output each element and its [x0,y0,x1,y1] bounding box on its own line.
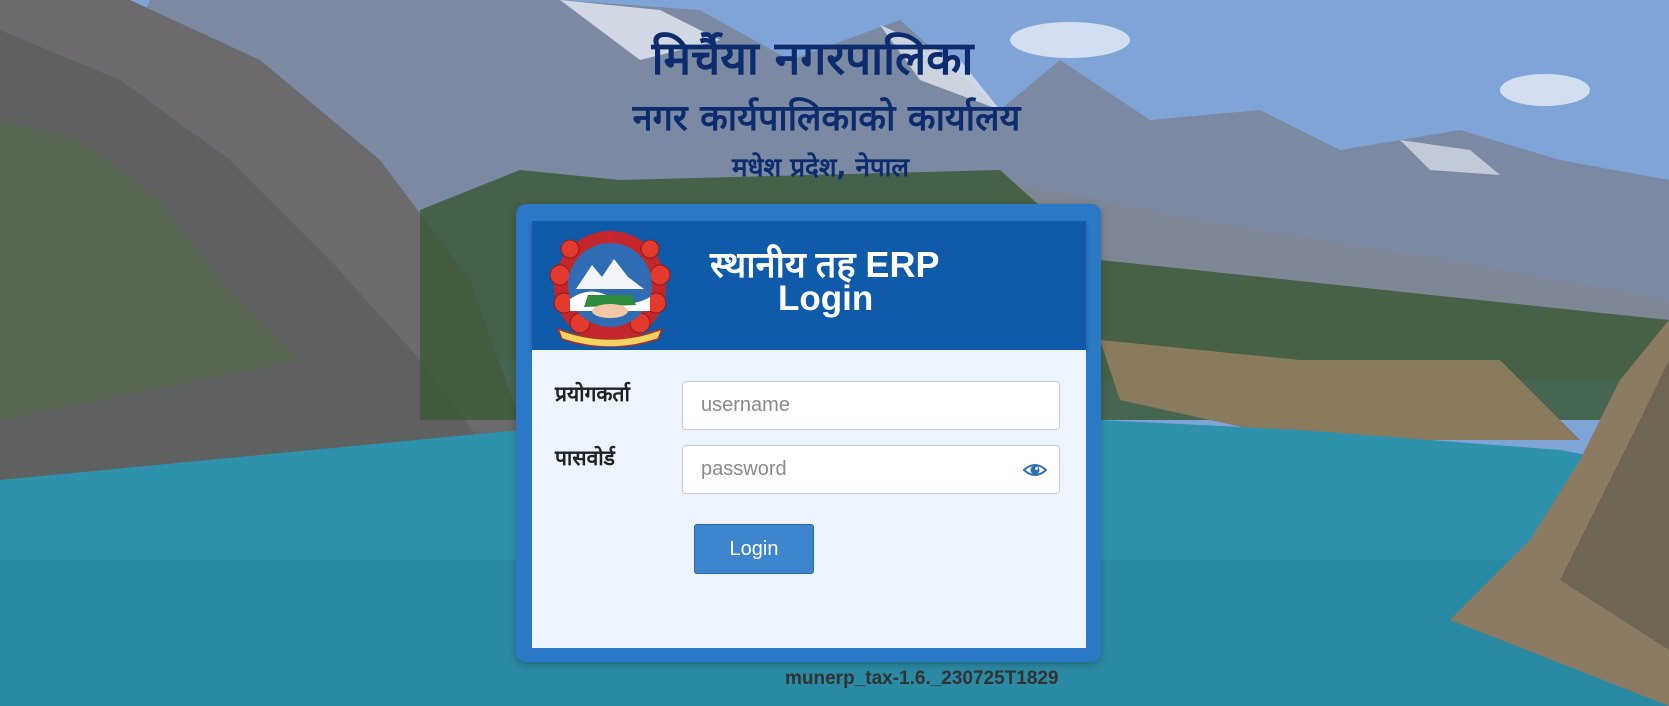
username-input[interactable] [683,382,1059,429]
login-form: प्रयोगकर्ता पासवोर्ड Login [532,350,1086,648]
login-card-header: स्थानीय तह ERP Login [532,221,1086,350]
password-input[interactable] [683,446,1059,493]
location-name: मधेश प्रदेश, नेपाल [731,153,910,183]
eye-icon[interactable] [1023,460,1047,480]
password-label: पासवोर्ड [555,446,615,470]
login-heading: Login [778,279,874,318]
login-button[interactable]: Login [694,524,814,574]
username-label: प्रयोगकर्ता [555,382,630,406]
password-field-wrapper [682,445,1060,494]
nepal-government-emblem-icon [549,231,671,347]
office-name: नगर कार्यपालिकाको कार्यालय [632,98,1021,139]
version-text: munerp_tax-1.6._230725T1829 [785,668,1059,689]
municipality-name: मिर्चैया नगरपालिका [651,31,974,85]
username-field-wrapper [682,381,1060,430]
login-card: स्थानीय तह ERP Login प्रयोगकर्ता पासवोर्… [516,204,1101,662]
